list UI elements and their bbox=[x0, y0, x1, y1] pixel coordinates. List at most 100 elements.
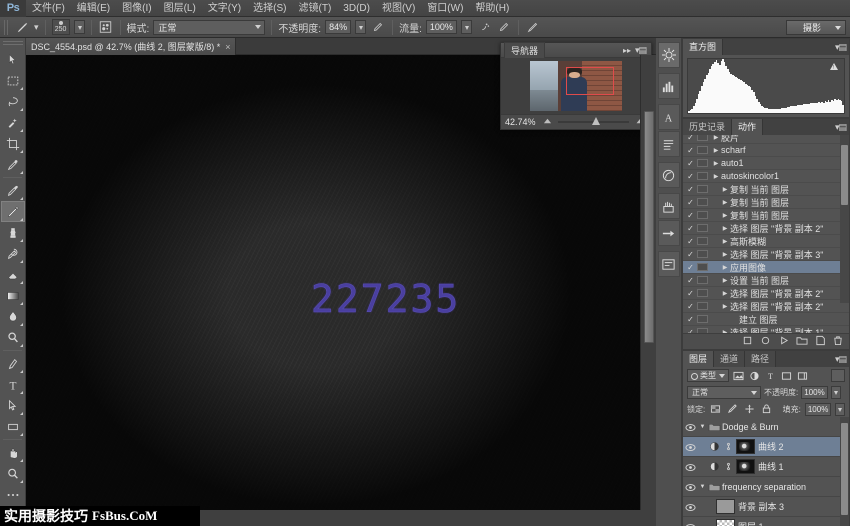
layer-row[interactable]: 图层 1 bbox=[683, 517, 849, 526]
panel-menu-icon[interactable]: ▾▤ bbox=[835, 354, 846, 365]
brush-dropdown-caret[interactable]: ▾ bbox=[34, 22, 39, 33]
layer-row[interactable]: 曲线 2 bbox=[683, 437, 849, 457]
layer-row[interactable]: 曲线 1 bbox=[683, 457, 849, 477]
menu-item-type[interactable]: 文字(Y) bbox=[202, 0, 247, 17]
action-row[interactable]: ✓▶auto1 bbox=[683, 157, 849, 170]
menu-item-3d[interactable]: 3D(D) bbox=[337, 0, 376, 17]
chevron-down-icon[interactable]: ▼ bbox=[698, 424, 707, 430]
action-dialog-toggle[interactable] bbox=[697, 198, 708, 206]
layer-opacity-caret[interactable] bbox=[831, 386, 841, 399]
action-row[interactable]: ✓▶选择 图层 "背景 副本 2" bbox=[683, 300, 849, 313]
lasso-tool[interactable] bbox=[1, 91, 25, 112]
flow-pressure-icon[interactable] bbox=[496, 19, 512, 35]
blur-tool[interactable] bbox=[1, 306, 25, 327]
action-row[interactable]: ✓▶scharf bbox=[683, 144, 849, 157]
chevron-right-icon[interactable]: ▶ bbox=[711, 135, 721, 141]
path-selection-tool[interactable] bbox=[1, 395, 25, 416]
action-toggle-icon[interactable]: ✓ bbox=[684, 146, 697, 155]
chevron-right-icon[interactable]: ▶ bbox=[720, 212, 730, 219]
new-action-icon[interactable] bbox=[815, 335, 826, 349]
menu-item-edit[interactable]: 编辑(E) bbox=[71, 0, 116, 17]
chevron-right-icon[interactable]: ▶ bbox=[711, 160, 721, 167]
brush-tool[interactable] bbox=[1, 201, 25, 222]
action-row[interactable]: ✓▶设置 当前 图层 bbox=[683, 274, 849, 287]
quick-selection-tool[interactable] bbox=[1, 112, 25, 133]
action-row[interactable]: ✓▶复制 当前 图层 bbox=[683, 183, 849, 196]
filter-type-icon[interactable]: T bbox=[764, 369, 777, 382]
action-toggle-icon[interactable]: ✓ bbox=[684, 289, 697, 298]
workspace-select[interactable]: 摄影 bbox=[786, 20, 846, 35]
lock-image-icon[interactable] bbox=[726, 403, 739, 416]
lock-transparent-icon[interactable] bbox=[709, 403, 722, 416]
tab-channels[interactable]: 通道 bbox=[714, 351, 745, 367]
actions-list[interactable]: ✓▶默认动作✓▶动作 1✓▶胶片✓▶scharf✓▶auto1✓▶autoski… bbox=[683, 135, 849, 333]
action-dialog-toggle[interactable] bbox=[697, 237, 708, 245]
link-icon[interactable] bbox=[722, 461, 734, 473]
chevron-right-icon[interactable]: ▶ bbox=[720, 277, 730, 284]
action-toggle-icon[interactable]: ✓ bbox=[684, 198, 697, 207]
scroll-thumb[interactable] bbox=[841, 145, 848, 205]
chevron-right-icon[interactable]: ▶ bbox=[711, 173, 721, 180]
menu-item-help[interactable]: 帮助(H) bbox=[469, 0, 515, 17]
panel-menu-icon[interactable]: ▾▤ bbox=[835, 122, 846, 133]
chevron-right-icon[interactable]: ▶ bbox=[720, 264, 730, 271]
opacity-caret[interactable] bbox=[355, 20, 366, 34]
layer-mask-thumbnail[interactable] bbox=[736, 439, 755, 454]
document-tab[interactable]: DSC_4554.psd @ 42.7% (曲线 2, 图层蒙版/8) * × bbox=[26, 38, 236, 55]
zoom-out-icon[interactable] bbox=[543, 116, 552, 128]
link-icon[interactable] bbox=[722, 441, 734, 453]
eye-icon[interactable] bbox=[683, 481, 698, 491]
toolbar-grip[interactable] bbox=[3, 41, 23, 47]
lock-all-icon[interactable] bbox=[760, 403, 773, 416]
crop-tool[interactable] bbox=[1, 133, 25, 154]
action-dialog-toggle[interactable] bbox=[697, 302, 708, 310]
flow-input[interactable]: 100% bbox=[426, 20, 457, 34]
action-dialog-toggle[interactable] bbox=[697, 172, 708, 180]
filter-smart-object-icon[interactable] bbox=[796, 369, 809, 382]
opacity-input[interactable]: 84% bbox=[325, 20, 351, 34]
action-toggle-icon[interactable]: ✓ bbox=[684, 302, 697, 311]
menu-item-select[interactable]: 选择(S) bbox=[247, 0, 292, 17]
action-toggle-icon[interactable]: ✓ bbox=[684, 185, 697, 194]
gradient-tool[interactable] bbox=[1, 285, 25, 306]
action-row[interactable]: ✓▶选择 图层 "背景 副本 2" bbox=[683, 222, 849, 235]
action-row[interactable]: ✓▶选择 图层 "背景 副本 2" bbox=[683, 287, 849, 300]
tab-paths[interactable]: 路径 bbox=[745, 351, 776, 367]
eye-icon[interactable] bbox=[683, 441, 698, 451]
actions-scrollbar[interactable] bbox=[840, 135, 849, 303]
action-row[interactable]: ✓▶选择 图层 "背景 副本 1" bbox=[683, 326, 849, 333]
play-selection-icon[interactable] bbox=[778, 335, 789, 349]
layer-row[interactable]: ▼Dodge & Burn bbox=[683, 417, 849, 437]
tab-histogram[interactable]: 直方图 bbox=[683, 39, 723, 55]
filter-shape-icon[interactable] bbox=[780, 369, 793, 382]
menu-item-filter[interactable]: 滤镜(T) bbox=[293, 0, 338, 17]
panel-menu-icon[interactable]: ▾▤ bbox=[635, 45, 646, 56]
action-toggle-icon[interactable]: ✓ bbox=[684, 172, 697, 181]
scroll-thumb[interactable] bbox=[841, 423, 848, 515]
layers-scrollbar[interactable] bbox=[840, 417, 849, 526]
filter-enable-toggle[interactable] bbox=[831, 369, 845, 382]
brush-preset-caret[interactable] bbox=[74, 20, 85, 34]
brush-tool-icon[interactable] bbox=[14, 19, 30, 35]
menu-item-window[interactable]: 窗口(W) bbox=[421, 0, 469, 17]
action-row[interactable]: ✓建立 图层 bbox=[683, 313, 849, 326]
menu-item-image[interactable]: 图像(I) bbox=[116, 0, 157, 17]
action-toggle-icon[interactable]: ✓ bbox=[684, 159, 697, 168]
layer-opacity-input[interactable]: 100% bbox=[801, 386, 827, 399]
navigator-zoom-value[interactable]: 42.74% bbox=[505, 117, 537, 127]
action-row[interactable]: ✓▶复制 当前 图层 bbox=[683, 196, 849, 209]
shape-tool[interactable] bbox=[1, 416, 25, 437]
tool-presets-panel-icon[interactable] bbox=[658, 220, 680, 246]
action-dialog-toggle[interactable] bbox=[697, 289, 708, 297]
tab-layers[interactable]: 图层 bbox=[683, 351, 714, 367]
lock-position-icon[interactable] bbox=[743, 403, 756, 416]
character-panel-icon[interactable]: A bbox=[658, 104, 680, 130]
action-dialog-toggle[interactable] bbox=[697, 224, 708, 232]
action-dialog-toggle[interactable] bbox=[697, 211, 708, 219]
layer-fill-input[interactable]: 100% bbox=[805, 403, 831, 416]
action-row[interactable]: ✓▶胶片 bbox=[683, 135, 849, 144]
layer-blend-mode-select[interactable]: 正常 bbox=[687, 386, 761, 399]
clone-stamp-tool[interactable] bbox=[1, 222, 25, 243]
action-dialog-toggle[interactable] bbox=[697, 328, 708, 333]
chevron-right-icon[interactable]: ▶ bbox=[720, 290, 730, 297]
